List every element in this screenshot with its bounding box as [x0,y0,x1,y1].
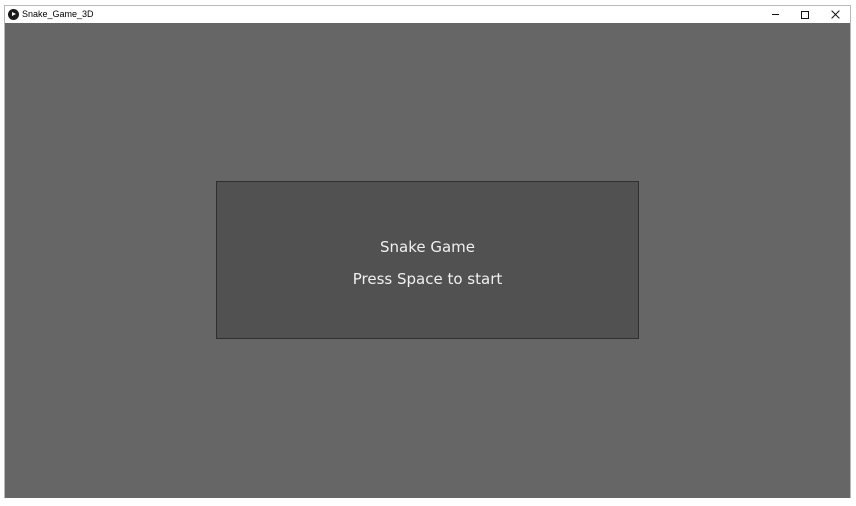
maximize-icon [801,10,809,19]
window-title: Snake_Game_3D [22,9,94,19]
game-canvas[interactable]: Snake Game Press Space to start [5,23,850,498]
minimize-button[interactable] [760,6,790,23]
game-title: Snake Game [379,238,476,256]
app-window: Snake_Game_3D Snake Game Press Space to … [4,5,851,498]
close-icon [831,10,840,19]
processing-play-icon [8,9,19,20]
title-bar[interactable]: Snake_Game_3D [5,6,850,23]
minimize-icon [771,14,779,15]
start-panel: Snake Game Press Space to start [216,181,639,339]
maximize-button[interactable] [790,6,820,23]
close-button[interactable] [820,6,850,23]
start-prompt: Press Space to start [352,270,503,288]
